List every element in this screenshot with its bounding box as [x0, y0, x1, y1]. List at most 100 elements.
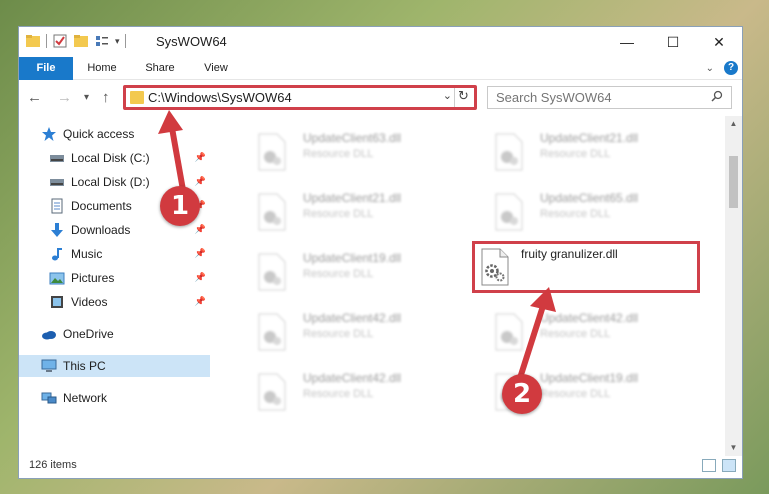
file-name: UpdateClient42.dll — [540, 311, 639, 325]
file-item[interactable]: UpdateClient65.dll Resource DLL — [476, 185, 704, 237]
sidebar-item-videos[interactable]: Videos 📌 — [19, 291, 210, 313]
tab-home[interactable]: Home — [77, 57, 127, 80]
folder-icon — [130, 91, 144, 104]
item-count: 126 items — [29, 459, 77, 471]
sidebar-item-label: OneDrive — [63, 327, 114, 341]
dll-file-icon — [495, 193, 523, 231]
drive-icon — [50, 155, 64, 162]
file-name: UpdateClient21.dll — [303, 191, 402, 205]
pin-icon[interactable]: 📌 — [195, 272, 206, 283]
toolbar-separator — [124, 34, 126, 48]
sidebar-item-label: Pictures — [71, 271, 115, 285]
scroll-down-icon[interactable]: ▼ — [725, 440, 742, 456]
file-name: UpdateClient42.dll — [303, 371, 402, 385]
details-view-icon[interactable] — [702, 459, 716, 472]
dll-file-icon — [495, 313, 523, 351]
star-icon — [42, 127, 56, 141]
search-input[interactable] — [488, 87, 698, 108]
large-icons-view-icon[interactable] — [722, 459, 736, 472]
step-badge-1: 1 — [160, 186, 200, 226]
forward-button[interactable]: → — [57, 89, 72, 106]
sidebar-item-label: Music — [71, 247, 103, 261]
toolbar-dropdown-icon[interactable]: ▾ — [115, 36, 120, 47]
file-item[interactable]: UpdateClient21.dll Resource DLL — [476, 125, 704, 177]
file-item[interactable]: UpdateClient42.dll Resource DLL — [239, 365, 467, 417]
file-name: UpdateClient21.dll — [540, 131, 639, 145]
sidebar-item-local-disk-c[interactable]: Local Disk (C:) 📌 — [19, 147, 210, 169]
file-type: Resource DLL — [303, 208, 374, 220]
properties-icon[interactable] — [52, 33, 68, 49]
expand-ribbon-icon[interactable]: ⌄ — [706, 63, 714, 74]
help-icon[interactable]: ? — [724, 61, 738, 75]
search-box[interactable] — [487, 86, 732, 109]
scrollbar-thumb[interactable] — [729, 156, 738, 208]
folder-icon — [26, 35, 40, 47]
customize-toolbar-icon[interactable] — [94, 33, 110, 49]
file-item[interactable]: UpdateClient63.dll Resource DLL — [239, 125, 467, 177]
sidebar-item-label: Documents — [71, 199, 132, 213]
dll-file-icon — [258, 373, 286, 411]
file-item[interactable]: UpdateClient42.dll Resource DLL — [239, 305, 467, 357]
file-type: Resource DLL — [540, 388, 611, 400]
recent-locations-button[interactable]: ▾ — [84, 92, 89, 103]
navigation-pane: Quick access Local Disk (C:) 📌 Local Dis… — [19, 119, 210, 449]
tab-file[interactable]: File — [19, 57, 73, 80]
cloud-icon — [42, 331, 56, 340]
sidebar-item-label: Local Disk (D:) — [71, 175, 150, 189]
scroll-up-icon[interactable]: ▲ — [725, 116, 742, 132]
minimize-button[interactable]: — — [604, 27, 650, 57]
status-bar: 126 items — [19, 456, 742, 478]
dll-file-icon — [258, 313, 286, 351]
vertical-scrollbar[interactable]: ▲ ▼ — [725, 116, 742, 456]
back-button[interactable]: ← — [27, 89, 42, 106]
sidebar-item-music[interactable]: Music 📌 — [19, 243, 210, 265]
window-controls: — ☐ ✕ — [604, 27, 742, 57]
sidebar-item-quick-access[interactable]: Quick access — [19, 123, 210, 145]
drive-icon — [50, 179, 64, 186]
file-item[interactable]: UpdateClient42.dll Resource DLL — [476, 305, 704, 357]
file-name: UpdateClient63.dll — [303, 131, 402, 145]
tab-share[interactable]: Share — [135, 57, 185, 80]
close-button[interactable]: ✕ — [696, 27, 742, 57]
file-type: Resource DLL — [303, 388, 374, 400]
address-dropdown-icon[interactable]: ⌄ — [443, 89, 452, 102]
file-type: Resource DLL — [540, 208, 611, 220]
file-item-fruity-granulizer[interactable]: fruity granulizer.dll — [472, 241, 700, 293]
pin-icon[interactable]: 📌 — [195, 296, 206, 307]
search-icon[interactable] — [711, 90, 723, 102]
sidebar-item-this-pc[interactable]: This PC — [19, 355, 210, 377]
tab-view[interactable]: View — [191, 57, 241, 80]
documents-icon — [51, 198, 63, 214]
file-item[interactable]: UpdateClient19.dll Resource DLL — [239, 245, 467, 297]
sidebar-item-label: Local Disk (C:) — [71, 151, 150, 165]
sidebar-item-network[interactable]: Network — [19, 387, 210, 409]
sidebar-item-pictures[interactable]: Pictures 📌 — [19, 267, 210, 289]
pin-icon[interactable]: 📌 — [195, 176, 206, 187]
sidebar-item-label: Network — [63, 391, 108, 405]
address-bar[interactable]: C:\Windows\SysWOW64 ⌄ ↻ — [123, 85, 477, 110]
file-item[interactable]: UpdateClient21.dll Resource DLL — [239, 185, 467, 237]
quick-access-toolbar: ▾ — [25, 33, 126, 49]
window-title: SysWOW64 — [156, 34, 227, 49]
dll-file-icon — [258, 253, 286, 291]
refresh-button[interactable]: ↻ — [454, 88, 472, 107]
file-type: Resource DLL — [303, 328, 374, 340]
up-button[interactable]: ↑ — [102, 89, 110, 106]
downloads-icon — [51, 223, 63, 237]
pin-icon[interactable]: 📌 — [195, 152, 206, 163]
file-name: UpdateClient65.dll — [540, 191, 639, 205]
file-name: UpdateClient42.dll — [303, 311, 402, 325]
address-path[interactable]: C:\Windows\SysWOW64 — [148, 90, 292, 105]
sidebar-item-onedrive[interactable]: OneDrive — [19, 323, 210, 345]
new-folder-icon[interactable] — [73, 33, 89, 49]
navigation-bar: ← → ▾ ↑ C:\Windows\SysWOW64 ⌄ ↻ — [19, 81, 742, 116]
explorer-window: ▾ SysWOW64 — ☐ ✕ File Home Share View ⌄ … — [18, 26, 743, 479]
sidebar-item-label: Downloads — [71, 223, 131, 237]
maximize-button[interactable]: ☐ — [650, 27, 696, 57]
pin-icon[interactable]: 📌 — [195, 248, 206, 259]
file-type: Resource DLL — [540, 328, 611, 340]
file-type: Resource DLL — [303, 148, 374, 160]
pin-icon[interactable]: 📌 — [195, 224, 206, 235]
file-type: Resource DLL — [540, 148, 611, 160]
title-bar: ▾ SysWOW64 — ☐ ✕ — [19, 27, 742, 57]
